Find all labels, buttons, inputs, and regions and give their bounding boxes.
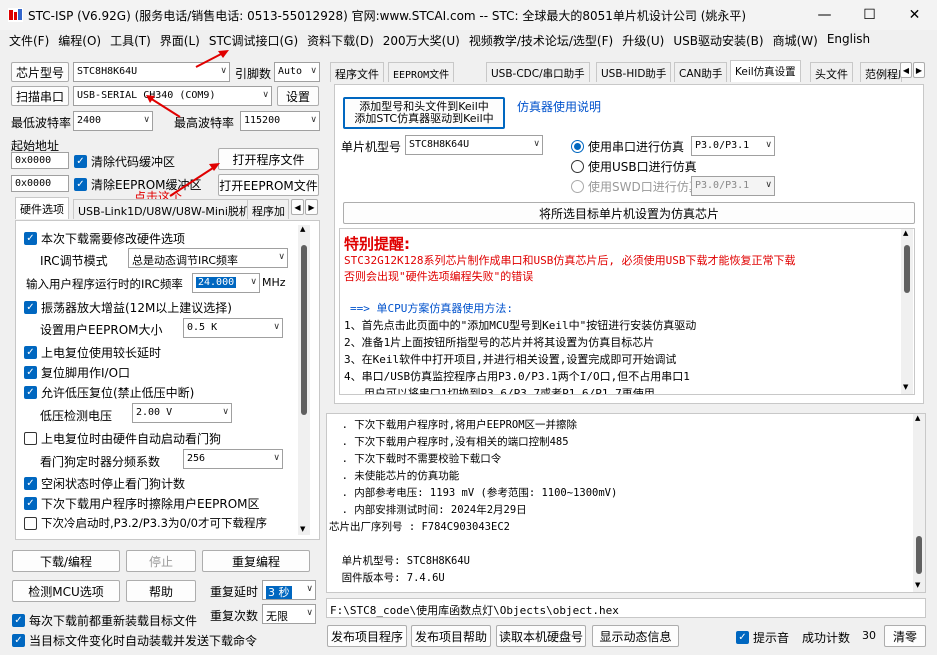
step-5: 用户可以将串口1切换到P3.6/P3.7或者P1.6/P1.7再使用 [344,387,655,395]
method-title: ==> 单CPU方案仿真器使用方法: [350,302,513,315]
add-keil-line2: 添加STC仿真器驱动到Keil中 [354,112,494,125]
checkbox-checked-icon[interactable]: ✓ [736,631,749,644]
scroll-thumb[interactable] [916,536,922,574]
mcu-model-select[interactable]: STC8H8K64U ∨ [405,135,543,155]
tab-scroll-right-icon[interactable]: ▶ [913,62,925,78]
set-emu-chip-button[interactable]: 将所选目标单片机设置为仿真芯片 [343,202,915,224]
arrow-head [146,95,155,103]
show-dynamic-info-button[interactable]: 显示动态信息 [592,625,679,647]
step-4: 4、串口/USB仿真监控程序占用P3.0/P3.1两个I/O口,但不占用串口1 [344,370,690,383]
tab-examples[interactable]: 范例程序 [860,62,902,82]
publish-program-button[interactable]: 发布项目程序 [327,625,407,647]
log-line: 芯片出厂序列号 : F784C903043EC2 [329,521,510,533]
hex-path-field[interactable]: F:\STC8_code\使用库函数点灯\Objects\object.hex [326,598,926,618]
tab-keil-emu[interactable]: Keil仿真设置 [730,60,801,82]
log-lines: . 下次下载用户程序时,将用户EEPROM区一并擦除 . 下次下载用户程序时,没… [327,414,925,587]
keil-emu-panel: 添加型号和头文件到Keil中 添加STC仿真器驱动到Keil中 仿真器使用说明 … [334,84,924,404]
success-count-label: 成功计数 [802,631,851,645]
serial-port-value: P3.0/P3.1 [695,140,750,151]
step-2: 2、准备1片上面按钮所指型号的芯片并将其设置为仿真目标芯片 [344,336,655,349]
log-panel: . 下次下载用户程序时,将用户EEPROM区一并擦除 . 下次下载用户程序时,没… [326,413,926,593]
read-disk-serial-button[interactable]: 读取本机硬盘号 [496,625,586,647]
success-count-value: 30 [862,629,876,642]
swd-emu-option[interactable]: 使用SWD口进行仿真 [571,178,701,195]
sound-label: 提示音 [753,631,790,645]
notice-box: 特别提醒: STC32G12K128系列芯片制作成串口和USB仿真芯片后, 必须… [339,228,915,395]
step-1: 1、首先点击此页面中的"添加MCU型号到Keil中"按钮进行安装仿真驱动 [344,319,697,332]
swd-emu-label: 使用SWD口进行仿真 [588,180,701,194]
sound-option[interactable]: ✓ 提示音 [736,629,789,646]
radio-selected-icon[interactable] [571,140,584,153]
log-line: . 内部参考电压: 1193 mV (参考范围: 1100~1300mV) [329,487,618,499]
usb-emu-label: 使用USB口进行仿真 [588,160,697,174]
publish-help-button[interactable]: 发布项目帮助 [411,625,491,647]
swd-port-value: P3.0/P3.1 [695,180,750,191]
add-to-keil-button[interactable]: 添加型号和头文件到Keil中 添加STC仿真器驱动到Keil中 [343,97,505,129]
chevron-down-icon: ∨ [765,180,772,190]
arrow-line [169,165,217,197]
scroll-down-icon[interactable]: ▼ [915,581,920,589]
notice-red-line2: 否则会出现"硬件选项编程失败"的错误 [344,270,534,283]
tab-scroll-left-icon[interactable]: ◀ [900,62,912,78]
radio-unselected-icon[interactable] [571,160,584,173]
chevron-down-icon: ∨ [765,140,772,150]
scroll-up-icon[interactable]: ▲ [903,229,908,237]
emu-manual-link[interactable]: 仿真器使用说明 [517,98,601,115]
log-line: . 下次下载用户程序时,将用户EEPROM区一并擦除 [329,419,578,431]
log-line: . 内部安排测试时间: 2024年2月29日 [329,504,527,516]
tab-program-file[interactable]: 程序文件 [330,62,384,82]
notice-red-line1: STC32G12K128系列芯片制作成串口和USB仿真芯片后, 必须使用USB下… [344,254,796,267]
swd-port-select[interactable]: P3.0/P3.1 ∨ [691,176,775,196]
serial-emu-option[interactable]: 使用串口进行仿真 [571,138,684,155]
log-line: . 下次下载用户程序时,没有相关的端口控制485 [329,436,569,448]
tab-cdc-serial[interactable]: USB-CDC/串口助手 [486,62,590,82]
mcu-model-label: 单片机型号 [341,140,402,154]
scroll-thumb[interactable] [904,245,910,293]
clear-count-button[interactable]: 清零 [884,625,926,647]
log-line: 单片机型号: STC8H8K64U [329,555,471,567]
log-line: 固件版本号: 7.4.6U [329,572,445,584]
tab-header[interactable]: 头文件 [810,62,853,82]
notice-scrollbar[interactable]: ▲ ▼ [901,229,913,394]
mcu-model-value: STC8H8K64U [409,139,470,150]
scroll-up-icon[interactable]: ▲ [915,414,920,422]
log-line: . 下次下载时不需要校验下载口令 [329,453,502,465]
right-tab-strip: 程序文件 EEPROM文件 USB-CDC/串口助手 USB-HID助手 CAN… [328,60,925,84]
arrow-line [149,97,181,118]
log-scrollbar[interactable]: ▲ ▼ [913,414,925,592]
tab-eeprom-file[interactable]: EEPROM文件 [388,62,455,82]
tab-can[interactable]: CAN助手 [674,62,728,82]
radio-disabled-icon[interactable] [571,180,584,193]
chevron-down-icon: ∨ [533,139,540,149]
serial-emu-label: 使用串口进行仿真 [588,140,685,154]
scroll-down-icon[interactable]: ▼ [903,383,908,391]
step-3: 3、在Keil软件中打开项目,并进行相关设置,设置完成即可开始调试 [344,353,677,366]
serial-port-select[interactable]: P3.0/P3.1 ∨ [691,136,775,156]
usb-emu-option[interactable]: 使用USB口进行仿真 [571,158,697,175]
notice-title: 特别提醒: [344,235,410,253]
tab-hid[interactable]: USB-HID助手 [596,62,672,82]
log-line: . 未使能芯片的仿真功能 [329,470,460,482]
